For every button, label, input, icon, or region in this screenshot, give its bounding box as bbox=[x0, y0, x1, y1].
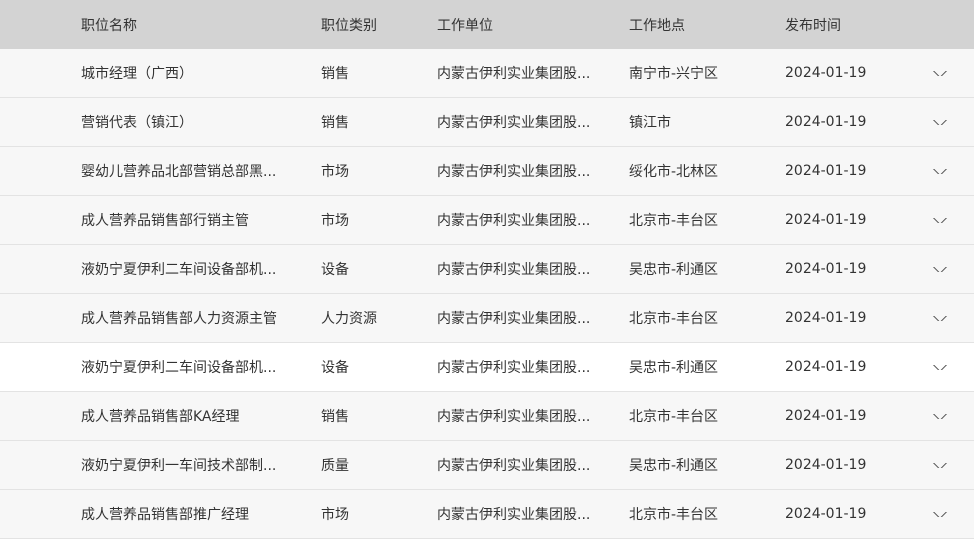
work-unit: 内蒙古伊利实业集团股... bbox=[437, 507, 591, 523]
publish-date: 2024-01-19 bbox=[785, 163, 867, 179]
job-category: 质量 bbox=[321, 458, 349, 474]
job-name[interactable]: 液奶宁夏伊利一车间技术部制... bbox=[0, 455, 321, 475]
job-category: 市场 bbox=[321, 213, 349, 229]
table-row[interactable]: 液奶宁夏伊利一车间技术部制... 质量 内蒙古伊利实业集团股... 吴忠市-利通… bbox=[0, 441, 974, 490]
work-location: 绥化市-北林区 bbox=[629, 164, 719, 180]
job-category: 设备 bbox=[321, 360, 349, 376]
work-unit: 内蒙古伊利实业集团股... bbox=[437, 213, 591, 229]
work-location: 北京市-丰台区 bbox=[629, 409, 719, 425]
work-location: 南宁市-兴宁区 bbox=[629, 66, 719, 82]
chevron-down-icon[interactable] bbox=[932, 462, 947, 468]
work-unit: 内蒙古伊利实业集团股... bbox=[437, 360, 591, 376]
expand-toggle[interactable] bbox=[905, 315, 974, 321]
publish-date: 2024-01-19 bbox=[785, 65, 867, 81]
job-name[interactable]: 成人营养品销售部KA经理 bbox=[0, 406, 321, 426]
expand-toggle[interactable] bbox=[905, 511, 974, 517]
header-work-unit: 工作单位 bbox=[437, 17, 493, 34]
work-location: 北京市-丰台区 bbox=[629, 213, 719, 229]
table-row[interactable]: 婴幼儿营养品北部营销总部黑... 市场 内蒙古伊利实业集团股... 绥化市-北林… bbox=[0, 147, 974, 196]
publish-date: 2024-01-19 bbox=[785, 310, 867, 326]
job-name[interactable]: 成人营养品销售部人力资源主管 bbox=[0, 308, 321, 328]
header-work-location: 工作地点 bbox=[629, 17, 685, 34]
job-name[interactable]: 成人营养品销售部推广经理 bbox=[0, 504, 321, 524]
table-header: 职位名称 职位类别 工作单位 工作地点 发布时间 bbox=[0, 0, 974, 49]
job-name[interactable]: 城市经理（广西） bbox=[0, 63, 321, 83]
table-row[interactable]: 液奶宁夏伊利二车间设备部机... 设备 内蒙古伊利实业集团股... 吴忠市-利通… bbox=[0, 245, 974, 294]
job-name[interactable]: 营销代表（镇江） bbox=[0, 112, 321, 132]
job-name[interactable]: 成人营养品销售部行销主管 bbox=[0, 210, 321, 230]
table-row[interactable]: 成人营养品销售部推广经理 市场 内蒙古伊利实业集团股... 北京市-丰台区 20… bbox=[0, 490, 974, 539]
job-category: 设备 bbox=[321, 262, 349, 278]
publish-date: 2024-01-19 bbox=[785, 261, 867, 277]
expand-toggle[interactable] bbox=[905, 364, 974, 370]
table-row[interactable]: 城市经理（广西） 销售 内蒙古伊利实业集团股... 南宁市-兴宁区 2024-0… bbox=[0, 49, 974, 98]
work-unit: 内蒙古伊利实业集团股... bbox=[437, 164, 591, 180]
work-location: 吴忠市-利通区 bbox=[629, 262, 719, 278]
job-category: 人力资源 bbox=[321, 311, 377, 327]
header-job-name: 职位名称 bbox=[81, 17, 137, 34]
table-row[interactable]: 成人营养品销售部KA经理 销售 内蒙古伊利实业集团股... 北京市-丰台区 20… bbox=[0, 392, 974, 441]
expand-toggle[interactable] bbox=[905, 413, 974, 419]
chevron-down-icon[interactable] bbox=[932, 364, 947, 370]
chevron-down-icon[interactable] bbox=[932, 266, 947, 272]
expand-toggle[interactable] bbox=[905, 168, 974, 174]
job-name[interactable]: 液奶宁夏伊利二车间设备部机... bbox=[0, 357, 321, 377]
work-location: 北京市-丰台区 bbox=[629, 507, 719, 523]
work-unit: 内蒙古伊利实业集团股... bbox=[437, 66, 591, 82]
chevron-down-icon[interactable] bbox=[932, 315, 947, 321]
chevron-down-icon[interactable] bbox=[932, 168, 947, 174]
work-location: 镇江市 bbox=[629, 115, 671, 131]
chevron-down-icon[interactable] bbox=[932, 70, 947, 76]
work-location: 吴忠市-利通区 bbox=[629, 360, 719, 376]
work-location: 北京市-丰台区 bbox=[629, 311, 719, 327]
chevron-down-icon[interactable] bbox=[932, 217, 947, 223]
publish-date: 2024-01-19 bbox=[785, 506, 867, 522]
work-location: 吴忠市-利通区 bbox=[629, 458, 719, 474]
table-row[interactable]: 营销代表（镇江） 销售 内蒙古伊利实业集团股... 镇江市 2024-01-19 bbox=[0, 98, 974, 147]
table-row[interactable]: 成人营养品销售部行销主管 市场 内蒙古伊利实业集团股... 北京市-丰台区 20… bbox=[0, 196, 974, 245]
publish-date: 2024-01-19 bbox=[785, 457, 867, 473]
expand-toggle[interactable] bbox=[905, 462, 974, 468]
job-category: 市场 bbox=[321, 164, 349, 180]
work-unit: 内蒙古伊利实业集团股... bbox=[437, 458, 591, 474]
job-category: 销售 bbox=[321, 115, 349, 131]
job-table: 职位名称 职位类别 工作单位 工作地点 发布时间 城市经理（广西） 销售 内蒙古… bbox=[0, 0, 974, 539]
work-unit: 内蒙古伊利实业集团股... bbox=[437, 409, 591, 425]
expand-toggle[interactable] bbox=[905, 119, 974, 125]
table-row[interactable]: 液奶宁夏伊利二车间设备部机... 设备 内蒙古伊利实业集团股... 吴忠市-利通… bbox=[0, 343, 974, 392]
work-unit: 内蒙古伊利实业集团股... bbox=[437, 262, 591, 278]
expand-toggle[interactable] bbox=[905, 266, 974, 272]
work-unit: 内蒙古伊利实业集团股... bbox=[437, 311, 591, 327]
expand-toggle[interactable] bbox=[905, 70, 974, 76]
header-publish-date: 发布时间 bbox=[785, 17, 841, 34]
job-category: 销售 bbox=[321, 66, 349, 82]
header-job-category: 职位类别 bbox=[321, 17, 377, 34]
work-unit: 内蒙古伊利实业集团股... bbox=[437, 115, 591, 131]
table-row[interactable]: 成人营养品销售部人力资源主管 人力资源 内蒙古伊利实业集团股... 北京市-丰台… bbox=[0, 294, 974, 343]
publish-date: 2024-01-19 bbox=[785, 114, 867, 130]
job-name[interactable]: 液奶宁夏伊利二车间设备部机... bbox=[0, 259, 321, 279]
publish-date: 2024-01-19 bbox=[785, 359, 867, 375]
chevron-down-icon[interactable] bbox=[932, 119, 947, 125]
expand-toggle[interactable] bbox=[905, 217, 974, 223]
publish-date: 2024-01-19 bbox=[785, 408, 867, 424]
chevron-down-icon[interactable] bbox=[932, 413, 947, 419]
job-name[interactable]: 婴幼儿营养品北部营销总部黑... bbox=[0, 161, 321, 181]
chevron-down-icon[interactable] bbox=[932, 511, 947, 517]
job-category: 市场 bbox=[321, 507, 349, 523]
job-category: 销售 bbox=[321, 409, 349, 425]
publish-date: 2024-01-19 bbox=[785, 212, 867, 228]
